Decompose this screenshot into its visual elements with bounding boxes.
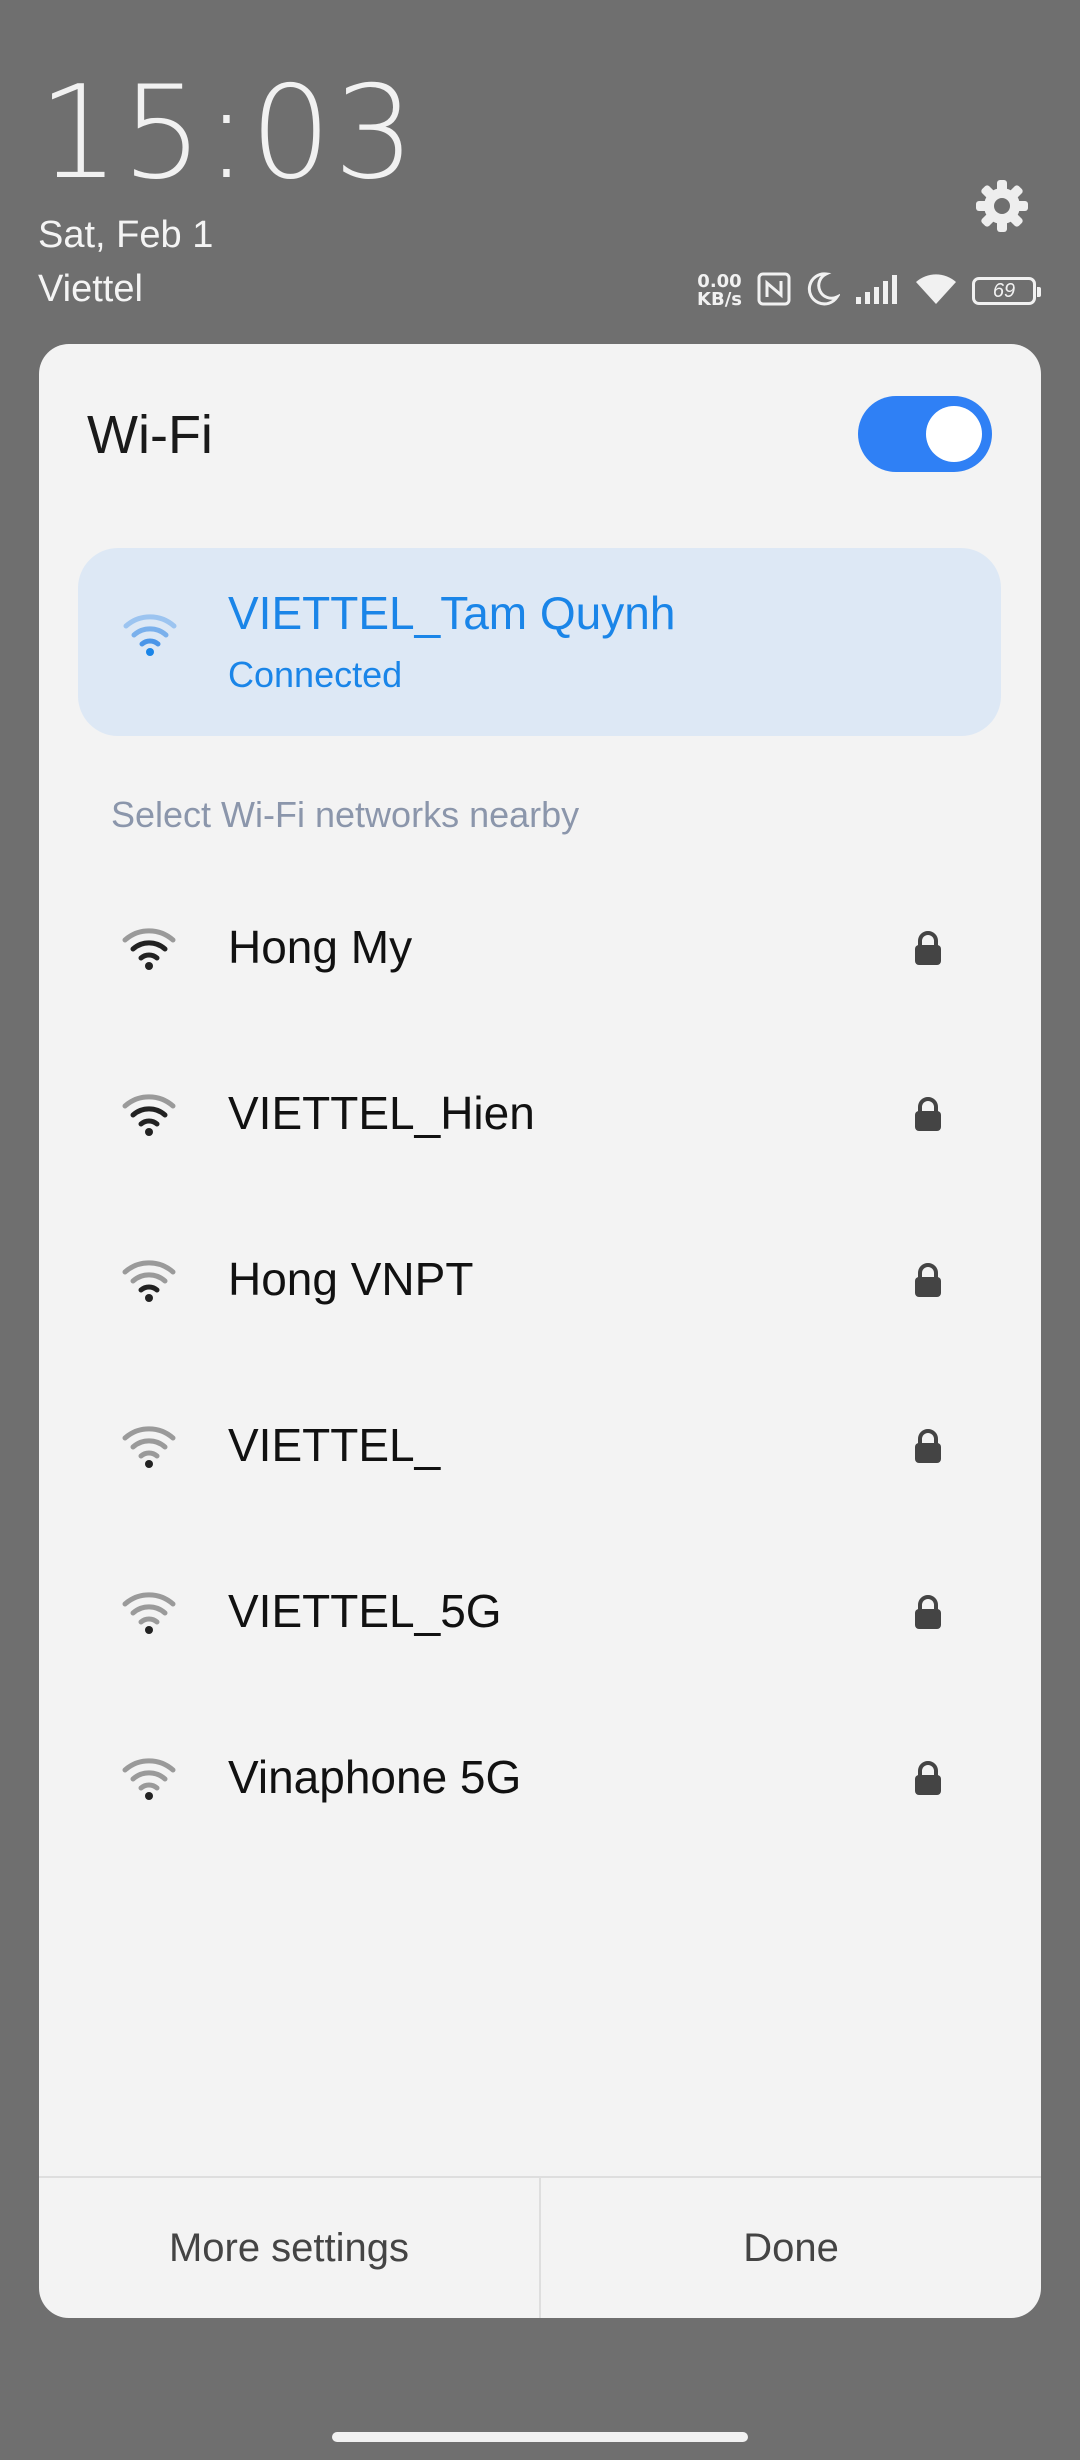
lock-icon bbox=[912, 1594, 944, 1635]
wifi-status-icon bbox=[914, 272, 958, 311]
network-name: Hong My bbox=[228, 921, 413, 973]
panel-title: Wi-Fi bbox=[87, 405, 213, 465]
wifi-toggle[interactable] bbox=[858, 396, 992, 472]
wifi-panel: Wi-Fi VIETTEL_Tam Quynh Connected Select… bbox=[39, 344, 1041, 2318]
network-name: Hong VNPT bbox=[228, 1253, 474, 1305]
wifi-signal-icon bbox=[122, 612, 178, 661]
wifi-signal-icon bbox=[121, 1092, 177, 1141]
network-name: VIETTEL_ bbox=[228, 1419, 441, 1471]
network-list: Hong My VIETTEL_Hien Hong VNPT VIETTEL_ … bbox=[39, 864, 1041, 1860]
home-indicator[interactable] bbox=[332, 2432, 748, 2442]
wifi-signal-icon bbox=[121, 1258, 177, 1307]
settings-gear-icon[interactable] bbox=[972, 176, 1032, 236]
lock-icon bbox=[912, 1428, 944, 1469]
network-row[interactable]: VIETTEL_5G bbox=[39, 1528, 1041, 1694]
network-row[interactable]: Hong VNPT bbox=[39, 1196, 1041, 1362]
lock-icon bbox=[912, 1760, 944, 1801]
lock-icon bbox=[912, 1096, 944, 1137]
more-settings-button[interactable]: More settings bbox=[39, 2178, 539, 2318]
network-speed: 0.00 KB/s bbox=[697, 271, 742, 310]
lock-icon bbox=[912, 1262, 944, 1303]
moon-icon bbox=[806, 271, 842, 312]
network-name: VIETTEL_Hien bbox=[228, 1087, 535, 1139]
date: Sat, Feb 1 bbox=[38, 214, 214, 256]
battery-icon: 69 bbox=[972, 277, 1041, 305]
carrier-name: Viettel bbox=[38, 268, 143, 310]
network-row[interactable]: VIETTEL_ bbox=[39, 1362, 1041, 1528]
wifi-signal-icon bbox=[121, 926, 177, 975]
signal-icon bbox=[854, 273, 900, 310]
wifi-signal-icon bbox=[121, 1590, 177, 1639]
network-row[interactable]: Vinaphone 5G bbox=[39, 1694, 1041, 1860]
toggle-knob bbox=[926, 406, 982, 462]
done-button[interactable]: Done bbox=[539, 2178, 1041, 2318]
status-icons: 0.00 KB/s 69 bbox=[697, 266, 1041, 316]
network-row[interactable]: VIETTEL_Hien bbox=[39, 1030, 1041, 1196]
network-row[interactable]: Hong My bbox=[39, 864, 1041, 1030]
lock-icon bbox=[912, 930, 944, 971]
panel-actions: More settings Done bbox=[39, 2176, 1041, 2318]
section-label: Select Wi-Fi networks nearby bbox=[111, 794, 580, 835]
network-name: Vinaphone 5G bbox=[228, 1751, 522, 1803]
network-name: VIETTEL_5G bbox=[228, 1585, 502, 1637]
connected-network-name: VIETTEL_Tam Quynh bbox=[228, 587, 676, 639]
connected-network-card[interactable]: VIETTEL_Tam Quynh Connected bbox=[78, 548, 1001, 736]
connected-status: Connected bbox=[228, 654, 403, 695]
nfc-icon bbox=[756, 271, 792, 312]
wifi-signal-icon bbox=[121, 1424, 177, 1473]
clock: 15:03 bbox=[38, 59, 417, 208]
wifi-signal-icon bbox=[121, 1756, 177, 1805]
